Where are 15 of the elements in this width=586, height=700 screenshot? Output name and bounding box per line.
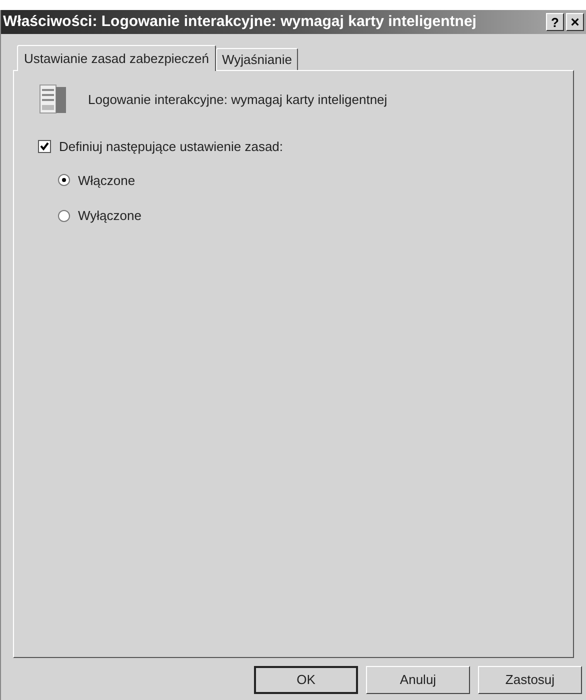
radio-button[interactable] — [58, 174, 70, 186]
dialog-button[interactable]: Anuluj — [366, 666, 470, 694]
window-title: Właściwości: Logowanie interakcyjne: wymagaj karty inteligentnej — [3, 12, 476, 32]
radio-label: Włączone — [78, 172, 136, 190]
help-button[interactable]: ? — [546, 13, 564, 31]
checkbox[interactable] — [38, 140, 51, 154]
radio-button[interactable] — [58, 210, 70, 222]
policy-name: Logowanie interakcyjne: wymagaj karty inteligentnej — [88, 91, 388, 110]
radio-label: Wyłączone — [78, 207, 142, 225]
close-button[interactable]: × — [566, 13, 584, 31]
dialog-button[interactable]: OK — [254, 666, 358, 694]
dialog-button[interactable]: Zastosuj — [478, 666, 582, 694]
tab[interactable]: Ustawianie zasad zabezpieczeń — [17, 45, 216, 71]
tab[interactable]: Wyjaśnianie — [216, 48, 298, 70]
checkbox-label: Definiuj następujące ustawienie zasad: — [59, 138, 284, 156]
